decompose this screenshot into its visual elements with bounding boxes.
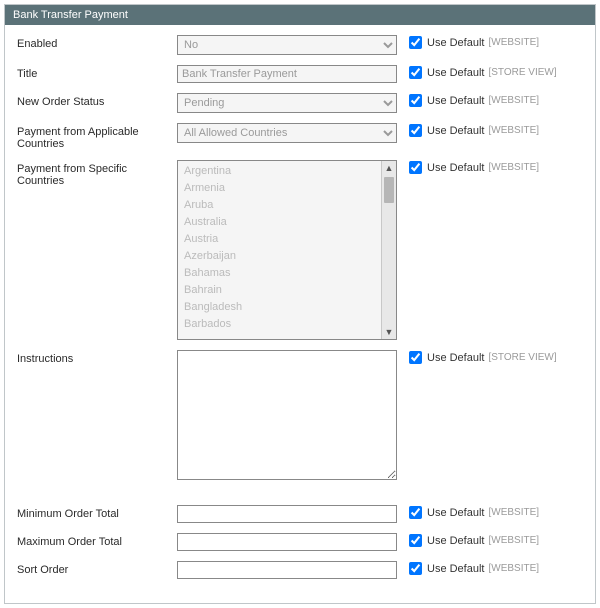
row-new-order-status: New Order Status Pending Use Default [WE… (17, 93, 583, 113)
scope-label: [STORE VIEW] (488, 67, 556, 78)
label-specific-countries: Payment from Specific Countries (17, 160, 177, 187)
use-default-label: Use Default (427, 563, 484, 575)
use-default-label: Use Default (427, 95, 484, 107)
label-max-order-total: Maximum Order Total (17, 533, 177, 548)
specific-countries-multiselect[interactable]: Argentina Armenia Aruba Australia Austri… (177, 160, 397, 340)
row-applicable-countries: Payment from Applicable Countries All Al… (17, 123, 583, 150)
sort-order-usedefault-checkbox[interactable] (409, 562, 422, 575)
row-enabled: Enabled No Use Default [WEBSITE] (17, 35, 583, 55)
list-item[interactable]: Armenia (184, 180, 374, 197)
use-default-label: Use Default (427, 37, 484, 49)
specific-countries-usedefault-checkbox[interactable] (409, 161, 422, 174)
use-default-label: Use Default (427, 125, 484, 137)
instructions-textarea[interactable] (177, 350, 397, 480)
label-instructions: Instructions (17, 350, 177, 365)
scroll-down-icon[interactable]: ▼ (382, 325, 396, 339)
min-order-total-usedefault-checkbox[interactable] (409, 506, 422, 519)
list-item[interactable]: Bangladesh (184, 299, 374, 316)
label-title: Title (17, 65, 177, 80)
label-new-order-status: New Order Status (17, 93, 177, 108)
use-default-label: Use Default (427, 535, 484, 547)
scope-label: [WEBSITE] (488, 535, 539, 546)
config-panel: Bank Transfer Payment Enabled No Use Def… (4, 4, 596, 604)
applicable-countries-select[interactable]: All Allowed Countries (177, 123, 397, 143)
list-item[interactable]: Australia (184, 214, 374, 231)
label-min-order-total: Minimum Order Total (17, 505, 177, 520)
use-default-label: Use Default (427, 352, 484, 364)
scope-label: [WEBSITE] (488, 162, 539, 173)
list-item[interactable]: Aruba (184, 197, 374, 214)
row-specific-countries: Payment from Specific Countries Argentin… (17, 160, 583, 340)
row-max-order-total: Maximum Order Total Use Default [WEBSITE… (17, 533, 583, 551)
sort-order-input[interactable] (177, 561, 397, 579)
scope-label: [WEBSITE] (488, 563, 539, 574)
specific-countries-list: Argentina Armenia Aruba Australia Austri… (178, 161, 380, 339)
enabled-usedefault-checkbox[interactable] (409, 36, 422, 49)
label-enabled: Enabled (17, 35, 177, 50)
panel-title: Bank Transfer Payment (5, 5, 595, 25)
row-min-order-total: Minimum Order Total Use Default [WEBSITE… (17, 505, 583, 523)
scroll-thumb[interactable] (384, 177, 394, 203)
new-order-status-usedefault-checkbox[interactable] (409, 94, 422, 107)
row-title: Title Use Default [STORE VIEW] (17, 65, 583, 83)
scope-label: [WEBSITE] (488, 37, 539, 48)
use-default-label: Use Default (427, 507, 484, 519)
list-item[interactable]: Azerbaijan (184, 248, 374, 265)
scope-label: [STORE VIEW] (488, 352, 556, 363)
list-item[interactable]: Austria (184, 231, 374, 248)
list-item[interactable]: Barbados (184, 316, 374, 333)
list-item[interactable]: Bahrain (184, 282, 374, 299)
min-order-total-input[interactable] (177, 505, 397, 523)
panel-body: Enabled No Use Default [WEBSITE] Title U… (5, 25, 595, 603)
scope-label: [WEBSITE] (488, 507, 539, 518)
row-instructions: Instructions Use Default [STORE VIEW] (17, 350, 583, 483)
enabled-select[interactable]: No (177, 35, 397, 55)
title-input[interactable] (177, 65, 397, 83)
instructions-usedefault-checkbox[interactable] (409, 351, 422, 364)
max-order-total-usedefault-checkbox[interactable] (409, 534, 422, 547)
applicable-countries-usedefault-checkbox[interactable] (409, 124, 422, 137)
label-sort-order: Sort Order (17, 561, 177, 576)
row-sort-order: Sort Order Use Default [WEBSITE] (17, 561, 583, 579)
scope-label: [WEBSITE] (488, 125, 539, 136)
new-order-status-select[interactable]: Pending (177, 93, 397, 113)
scope-label: [WEBSITE] (488, 95, 539, 106)
list-item[interactable]: Bahamas (184, 265, 374, 282)
label-applicable-countries: Payment from Applicable Countries (17, 123, 177, 150)
list-item[interactable]: Argentina (184, 163, 374, 180)
title-usedefault-checkbox[interactable] (409, 66, 422, 79)
scrollbar[interactable]: ▲ ▼ (381, 161, 396, 339)
scroll-up-icon[interactable]: ▲ (382, 161, 396, 175)
use-default-label: Use Default (427, 162, 484, 174)
max-order-total-input[interactable] (177, 533, 397, 551)
use-default-label: Use Default (427, 67, 484, 79)
